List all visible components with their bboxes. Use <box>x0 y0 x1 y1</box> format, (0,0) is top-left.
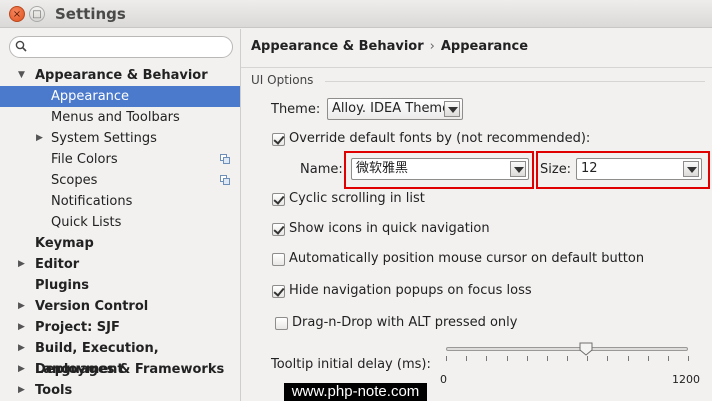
tree-item-label: Scopes <box>51 173 98 188</box>
tree-item-label: System Settings <box>51 131 157 146</box>
collapsed-arrow-icon[interactable]: ▶ <box>18 380 25 401</box>
slider-tick <box>507 356 508 361</box>
breadcrumb-parent: Appearance & Behavior <box>251 39 424 54</box>
tree-item-label: Plugins <box>35 278 89 293</box>
section-divider <box>325 81 705 82</box>
tree-item-plugins[interactable]: Plugins <box>0 275 240 296</box>
minimize-window-icon[interactable]: □ <box>29 6 45 22</box>
tree-item-languages-frameworks[interactable]: ▶ Languages & Frameworks <box>0 359 240 380</box>
settings-sidebar: ▼ Appearance & Behavior Appearance Menus… <box>0 29 240 401</box>
tree-item-label: Appearance & Behavior <box>35 68 208 83</box>
tooltip-delay-label: Tooltip initial delay (ms): <box>271 357 431 372</box>
tree-item-label: Quick Lists <box>51 215 122 230</box>
tree-item-appearance[interactable]: Appearance <box>0 86 240 107</box>
cyclic-scrolling-label: Cyclic scrolling in list <box>289 191 425 206</box>
tree-item-label: Languages & Frameworks <box>35 362 225 377</box>
show-icons-checkbox[interactable] <box>272 223 285 236</box>
auto-position-cursor-label: Automatically position mouse cursor on d… <box>289 251 645 266</box>
header-divider <box>241 67 712 68</box>
slider-max-label: 1200 <box>672 373 700 386</box>
tree-item-system-settings[interactable]: ▶ System Settings <box>0 128 240 149</box>
slider-min-label: 0 <box>440 373 447 386</box>
tree-item-label: Version Control <box>35 299 149 314</box>
tooltip-delay-slider-thumb[interactable] <box>579 342 593 356</box>
tree-item-build-execution-deployment[interactable]: ▶ Build, Execution, Deployment <box>0 338 240 377</box>
watermark: www.php-note.com <box>284 383 427 401</box>
tooltip-delay-slider-track[interactable] <box>446 347 688 351</box>
hide-popups-label: Hide navigation popups on focus loss <box>289 283 532 298</box>
slider-tick <box>668 356 669 361</box>
collapsed-arrow-icon[interactable]: ▶ <box>18 338 25 359</box>
collapsed-arrow-icon[interactable]: ▶ <box>18 359 25 380</box>
slider-tick <box>567 356 568 361</box>
slider-tick <box>587 356 588 361</box>
highlight-box-font-size <box>536 151 710 189</box>
tree-item-label: Appearance <box>51 89 130 104</box>
slider-tick <box>486 356 487 361</box>
expanded-arrow-icon[interactable]: ▼ <box>18 65 25 86</box>
tree-item-label: File Colors <box>51 152 118 167</box>
breadcrumb-separator: › <box>429 39 435 54</box>
auto-position-cursor-checkbox[interactable] <box>272 253 285 266</box>
tree-item-label: Editor <box>35 257 80 272</box>
breadcrumb: Appearance & Behavior › Appearance <box>251 39 528 54</box>
project-level-icon <box>220 175 230 185</box>
tree-item-keymap[interactable]: Keymap <box>0 233 240 254</box>
drag-n-drop-checkbox[interactable] <box>275 317 288 330</box>
drag-n-drop-label: Drag-n-Drop with ALT pressed only <box>292 315 518 330</box>
window-title: Settings <box>55 5 126 23</box>
breadcrumb-current: Appearance <box>440 39 529 54</box>
font-name-label: Name: <box>300 162 343 177</box>
tree-item-label: Notifications <box>51 194 133 209</box>
slider-tick <box>628 356 629 361</box>
theme-label: Theme: <box>271 102 321 117</box>
slider-tick <box>466 356 467 361</box>
slider-tick <box>446 356 447 361</box>
highlight-box-font-name <box>344 151 534 189</box>
collapsed-arrow-icon[interactable]: ▶ <box>36 128 43 149</box>
override-fonts-label: Override default fonts by (not recommend… <box>289 131 591 146</box>
tree-item-tools[interactable]: ▶ Tools <box>0 380 240 401</box>
project-level-icon <box>220 154 230 164</box>
tree-item-file-colors[interactable]: File Colors <box>0 149 240 170</box>
override-fonts-checkbox[interactable] <box>272 133 285 146</box>
slider-tick <box>648 356 649 361</box>
title-bar: × □ Settings <box>0 0 712 28</box>
slider-tick <box>607 356 608 361</box>
tree-item-editor[interactable]: ▶ Editor <box>0 254 240 275</box>
slider-tick <box>527 356 528 361</box>
hide-popups-checkbox[interactable] <box>272 285 285 298</box>
theme-dropdown[interactable]: Alloy. IDEA Theme <box>327 98 463 120</box>
collapsed-arrow-icon[interactable]: ▶ <box>18 254 25 275</box>
section-title-ui-options: UI Options <box>251 73 314 87</box>
theme-value: Alloy. IDEA Theme <box>332 101 451 116</box>
tree-item-quick-lists[interactable]: Quick Lists <box>0 212 240 233</box>
collapsed-arrow-icon[interactable]: ▶ <box>18 317 25 338</box>
tree-item-version-control[interactable]: ▶ Version Control <box>0 296 240 317</box>
search-input[interactable] <box>9 36 233 58</box>
tree-item-label: Keymap <box>35 236 94 251</box>
show-icons-label: Show icons in quick navigation <box>289 221 490 236</box>
slider-tick <box>688 356 689 361</box>
chevron-down-icon[interactable] <box>444 101 460 117</box>
tree-item-scopes[interactable]: Scopes <box>0 170 240 191</box>
tree-item-project[interactable]: ▶ Project: SJF <box>0 317 240 338</box>
cyclic-scrolling-checkbox[interactable] <box>272 193 285 206</box>
settings-content: Appearance & Behavior › Appearance UI Opti… <box>241 29 712 401</box>
tree-item-appearance-behavior[interactable]: ▼ Appearance & Behavior <box>0 65 240 86</box>
slider-tick <box>547 356 548 361</box>
tree-item-label: Menus and Toolbars <box>51 110 180 125</box>
close-window-icon[interactable]: × <box>9 6 25 22</box>
tree-item-label: Project: SJF <box>35 320 120 335</box>
tree-item-notifications[interactable]: Notifications <box>0 191 240 212</box>
tree-item-label: Tools <box>35 383 73 398</box>
search-icon <box>15 40 27 52</box>
tree-item-menus-toolbars[interactable]: Menus and Toolbars <box>0 107 240 128</box>
collapsed-arrow-icon[interactable]: ▶ <box>18 296 25 317</box>
